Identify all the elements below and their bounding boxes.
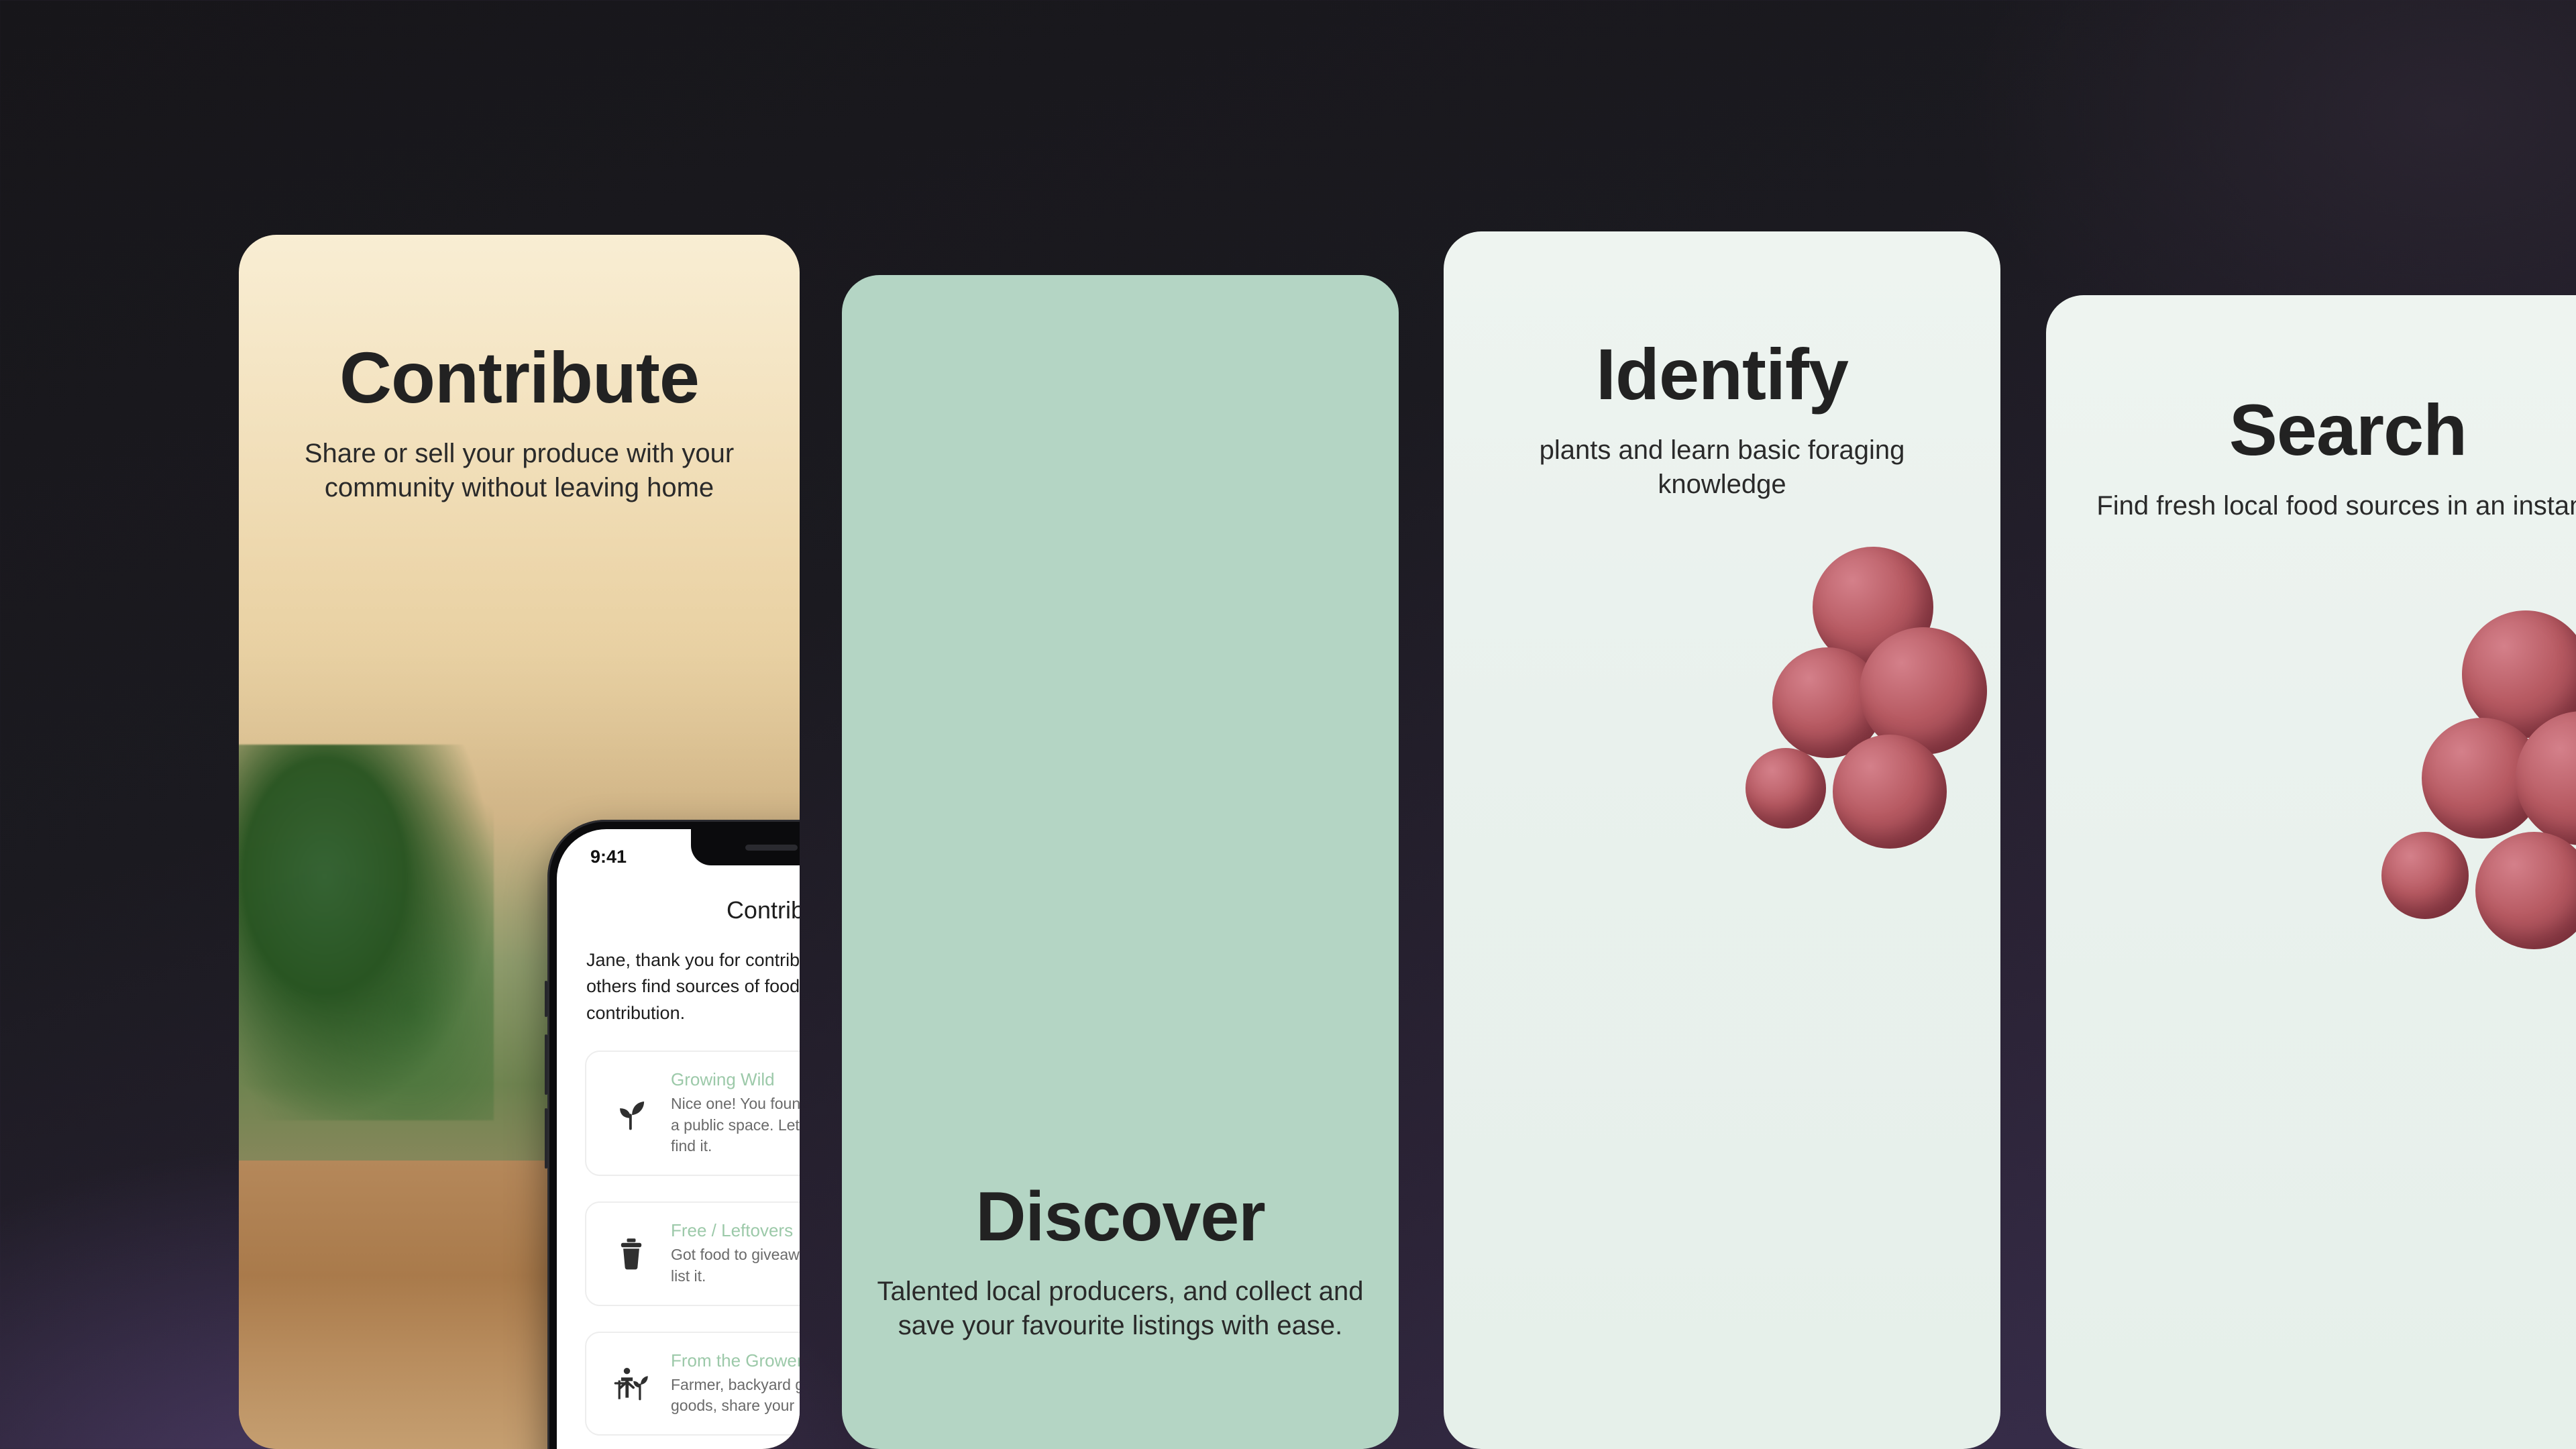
panel-identify: Identify plants and learn basic foraging… — [1444, 231, 2000, 1449]
panel-search: Search Find fresh local food sources in … — [2046, 295, 2576, 1449]
seedling-icon — [606, 1095, 656, 1132]
farmer-icon — [606, 1365, 656, 1401]
status-time: 9:41 — [590, 847, 627, 867]
contribution-card-from-the-grower[interactable]: From the Grower Farmer, backyard gardene… — [585, 1331, 800, 1436]
card-body: Got food to giveaway? Here's the place t… — [671, 1246, 800, 1285]
phone-volume-up[interactable] — [545, 1034, 547, 1095]
panel-discover: Fruits | Vegetables Herbs | Flowers | We… — [842, 275, 1399, 1449]
phone-volume-down[interactable] — [545, 1108, 547, 1169]
phone-contribute: 9:41 Contribute Jane, thank you for cont… — [545, 820, 800, 1449]
poster-stage: Contribute Share or sell your produce wi… — [0, 0, 2576, 1449]
contribution-card-free-leftovers[interactable]: Free / Leftovers Got food to giveaway? H… — [585, 1201, 800, 1306]
discover-subtitle: Talented local producers, and collect an… — [877, 1276, 1364, 1340]
card-title: Free / Leftovers — [671, 1220, 794, 1241]
search-subtitle: Find fresh local food sources in an inst… — [2096, 491, 2576, 521]
card-title: Growing Wild — [671, 1069, 775, 1089]
card-text: Growing Wild Nice one! You found some fo… — [671, 1069, 800, 1157]
discover-heading-block: Discover Talented local producers, and c… — [842, 1177, 1399, 1343]
contribution-card-growing-wild[interactable]: Growing Wild Nice one! You found some fo… — [585, 1051, 800, 1177]
discover-title: Discover — [975, 1177, 1265, 1256]
trash-icon — [606, 1236, 656, 1271]
card-body: Farmer, backyard gardener or homemade go… — [671, 1375, 800, 1415]
card-text: Free / Leftovers Got food to giveaway? H… — [671, 1220, 800, 1287]
speaker-grille — [745, 844, 798, 851]
search-heading-block: Search Find fresh local food sources in … — [2046, 388, 2576, 523]
search-title: Search — [2229, 389, 2467, 470]
contribute-intro-text: Jane, thank you for contributing and hel… — [586, 950, 800, 1023]
card-text: From the Grower Farmer, backyard gardene… — [671, 1350, 800, 1417]
card-body: Nice one! You found some food growing in… — [671, 1095, 800, 1155]
decor-tomatoes — [1732, 547, 2000, 896]
contribution-type-list: Growing Wild Nice one! You found some fo… — [585, 1051, 800, 1436]
decor-tomatoes — [2341, 610, 2576, 986]
decor-foliage — [239, 745, 494, 1120]
contribute-screen: 9:41 Contribute Jane, thank you for cont… — [557, 829, 800, 1449]
contribute-nav-title: Contribute — [726, 896, 800, 924]
contribute-title: Contribute — [339, 337, 700, 418]
identify-subtitle: plants and learn basic foraging knowledg… — [1539, 435, 1905, 500]
identify-title: Identify — [1595, 333, 1849, 415]
contribute-subtitle: Share or sell your produce with your com… — [304, 439, 735, 503]
identify-heading-block: Identify plants and learn basic foraging… — [1444, 332, 2000, 502]
phone-notch — [691, 829, 800, 865]
contribute-heading-block: Contribute Share or sell your produce wi… — [239, 335, 800, 505]
card-title: From the Grower — [671, 1350, 800, 1371]
phone-side-button[interactable] — [545, 981, 547, 1017]
panel-contribute: Contribute Share or sell your produce wi… — [239, 235, 800, 1449]
